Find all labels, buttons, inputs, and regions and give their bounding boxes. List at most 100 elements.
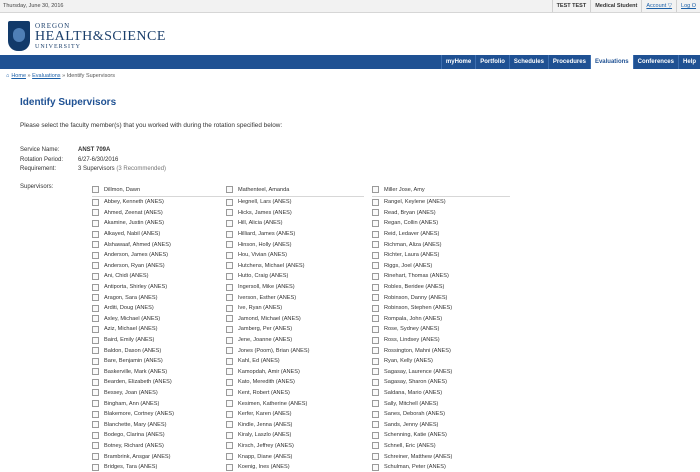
supervisor-checkbox[interactable] xyxy=(226,315,233,323)
supervisor-option[interactable]: Bridges, Tara (ANES) xyxy=(92,462,230,472)
nav-tab-help[interactable]: Help xyxy=(677,55,700,69)
supervisor-option[interactable]: Kahl, Ed (ANES) xyxy=(226,356,364,367)
nav-tab-myhome[interactable]: myHome xyxy=(440,55,475,69)
nav-tab-evaluations[interactable]: Evaluations xyxy=(589,55,633,69)
supervisor-checkbox[interactable] xyxy=(226,357,233,365)
supervisor-checkbox[interactable] xyxy=(372,262,379,270)
supervisor-option[interactable]: Kesimen, Katherine (ANES) xyxy=(226,398,364,409)
supervisor-option[interactable]: Rompala, John (ANES) xyxy=(372,314,510,325)
supervisor-checkbox[interactable] xyxy=(92,347,99,355)
supervisor-option[interactable]: Hilliard, James (ANES) xyxy=(226,229,364,240)
supervisor-checkbox[interactable] xyxy=(92,251,99,259)
supervisor-option[interactable]: Ingersoll, Mike (ANES) xyxy=(226,282,364,293)
supervisor-checkbox[interactable] xyxy=(92,389,99,397)
supervisor-option[interactable]: Richman, Aliza (ANES) xyxy=(372,239,510,250)
supervisor-checkbox[interactable] xyxy=(226,442,233,450)
supervisor-option[interactable]: Kerfer, Karen (ANES) xyxy=(226,409,364,420)
supervisor-checkbox[interactable] xyxy=(226,400,233,408)
supervisor-checkbox[interactable] xyxy=(226,219,233,227)
supervisor-option[interactable]: Kirsch, Jeffrey (ANES) xyxy=(226,441,364,452)
supervisor-checkbox[interactable] xyxy=(372,272,379,280)
supervisor-option[interactable]: Bearden, Elizabeth (ANES) xyxy=(92,377,230,388)
supervisor-option[interactable]: Kent, Robert (ANES) xyxy=(226,388,364,399)
supervisor-checkbox[interactable] xyxy=(372,304,379,312)
supervisor-checkbox[interactable] xyxy=(372,325,379,333)
supervisor-option[interactable]: Hutchens, Michael (ANES) xyxy=(226,261,364,272)
supervisor-option[interactable]: Aragon, Sara (ANES) xyxy=(92,292,230,303)
account-link[interactable]: Account ▽ xyxy=(641,0,676,12)
supervisor-checkbox[interactable] xyxy=(92,368,99,376)
supervisor-checkbox[interactable] xyxy=(372,463,379,471)
supervisor-option[interactable]: Schnell, Eric (ANES) xyxy=(372,441,510,452)
supervisor-option[interactable]: Koenig, Ines (ANES) xyxy=(226,462,364,472)
supervisor-checkbox[interactable] xyxy=(92,442,99,450)
supervisor-checkbox[interactable] xyxy=(92,336,99,344)
breadcrumb-evaluations[interactable]: Evaluations xyxy=(32,73,60,79)
supervisor-checkbox[interactable] xyxy=(226,209,233,217)
supervisor-checkbox[interactable] xyxy=(92,272,99,280)
supervisor-option[interactable]: Kamopdah, Amir (ANES) xyxy=(226,367,364,378)
supervisor-option[interactable]: Robles, Beridee (ANES) xyxy=(372,282,510,293)
supervisor-checkbox[interactable] xyxy=(226,230,233,238)
supervisor-checkbox[interactable] xyxy=(226,336,233,344)
supervisor-option[interactable]: Ryan, Kelly (ANES) xyxy=(372,356,510,367)
supervisor-checkbox[interactable] xyxy=(226,463,233,471)
supervisor-checkbox[interactable] xyxy=(226,186,233,193)
supervisor-option[interactable]: Axley, Michael (ANES) xyxy=(92,314,230,325)
supervisor-checkbox[interactable] xyxy=(226,410,233,418)
supervisor-checkbox[interactable] xyxy=(226,325,233,333)
supervisor-option[interactable]: Baskerville, Mark (ANES) xyxy=(92,367,230,378)
supervisor-checkbox[interactable] xyxy=(92,262,99,270)
supervisor-checkbox[interactable] xyxy=(226,431,233,439)
supervisor-checkbox[interactable] xyxy=(372,294,379,302)
supervisor-option[interactable]: Kindle, Jenna (ANES) xyxy=(226,419,364,430)
supervisor-option[interactable]: Hou, Vivian (ANES) xyxy=(226,250,364,261)
supervisor-checkbox[interactable] xyxy=(372,336,379,344)
supervisor-checkbox[interactable] xyxy=(226,304,233,312)
supervisor-checkbox[interactable] xyxy=(92,421,99,429)
supervisor-option[interactable]: Hicks, James (ANES) xyxy=(226,208,364,219)
supervisor-checkbox[interactable] xyxy=(372,453,379,461)
supervisor-option[interactable]: Rinehart, Thomas (ANES) xyxy=(372,271,510,282)
supervisor-option[interactable]: Riggs, Joel (ANES) xyxy=(372,261,510,272)
supervisor-option[interactable]: Alkayed, Nabil (ANES) xyxy=(92,229,230,240)
supervisor-checkbox[interactable] xyxy=(92,186,99,193)
supervisor-option[interactable]: Kato, Meredith (ANES) xyxy=(226,377,364,388)
supervisor-option[interactable]: Mathenteel, Amanda xyxy=(226,183,364,197)
supervisor-checkbox[interactable] xyxy=(92,463,99,471)
supervisor-option[interactable]: Saldana, Mario (ANES) xyxy=(372,388,510,399)
ohsu-logo[interactable]: OREGON HEALTH&SCIENCE UNIVERSITY xyxy=(8,19,166,53)
supervisor-checkbox[interactable] xyxy=(226,294,233,302)
supervisor-checkbox[interactable] xyxy=(92,325,99,333)
supervisor-checkbox[interactable] xyxy=(372,230,379,238)
supervisor-option[interactable]: Read, Bryan (ANES) xyxy=(372,208,510,219)
supervisor-checkbox[interactable] xyxy=(226,421,233,429)
supervisor-option[interactable]: Hutto, Craig (ANES) xyxy=(226,271,364,282)
supervisor-option[interactable]: Aziz, Michael (ANES) xyxy=(92,324,230,335)
nav-tab-schedules[interactable]: Schedules xyxy=(508,55,548,69)
supervisor-checkbox[interactable] xyxy=(92,357,99,365)
supervisor-checkbox[interactable] xyxy=(372,251,379,259)
supervisor-option[interactable]: Ahmed, Zeenat (ANES) xyxy=(92,208,230,219)
home-icon[interactable]: ⌂ xyxy=(6,73,9,79)
supervisor-option[interactable]: Anderson, James (ANES) xyxy=(92,250,230,261)
supervisor-checkbox[interactable] xyxy=(372,186,379,193)
supervisor-option[interactable]: Sagasay, Laurence (ANES) xyxy=(372,367,510,378)
supervisor-option[interactable]: Rose, Sydney (ANES) xyxy=(372,324,510,335)
supervisor-checkbox[interactable] xyxy=(92,209,99,217)
supervisor-option[interactable]: Robinson, Danny (ANES) xyxy=(372,292,510,303)
nav-tab-procedures[interactable]: Procedures xyxy=(547,55,590,69)
supervisor-checkbox[interactable] xyxy=(372,421,379,429)
supervisor-option[interactable]: Reid, Ledaver (ANES) xyxy=(372,229,510,240)
supervisor-checkbox[interactable] xyxy=(226,347,233,355)
logout-link[interactable]: Log O xyxy=(676,0,700,12)
supervisor-option[interactable]: Ani, Chidi (ANES) xyxy=(92,271,230,282)
supervisor-option[interactable]: Hill, Alicia (ANES) xyxy=(226,218,364,229)
supervisor-checkbox[interactable] xyxy=(226,241,233,249)
supervisor-checkbox[interactable] xyxy=(372,400,379,408)
supervisor-option[interactable]: Alshawaaf, Ahmed (ANES) xyxy=(92,239,230,250)
supervisor-checkbox[interactable] xyxy=(372,442,379,450)
supervisor-option[interactable]: Rossington, Mahni (ANES) xyxy=(372,345,510,356)
supervisor-checkbox[interactable] xyxy=(226,262,233,270)
supervisor-option[interactable]: Brambrink, Ansgar (ANES) xyxy=(92,451,230,462)
